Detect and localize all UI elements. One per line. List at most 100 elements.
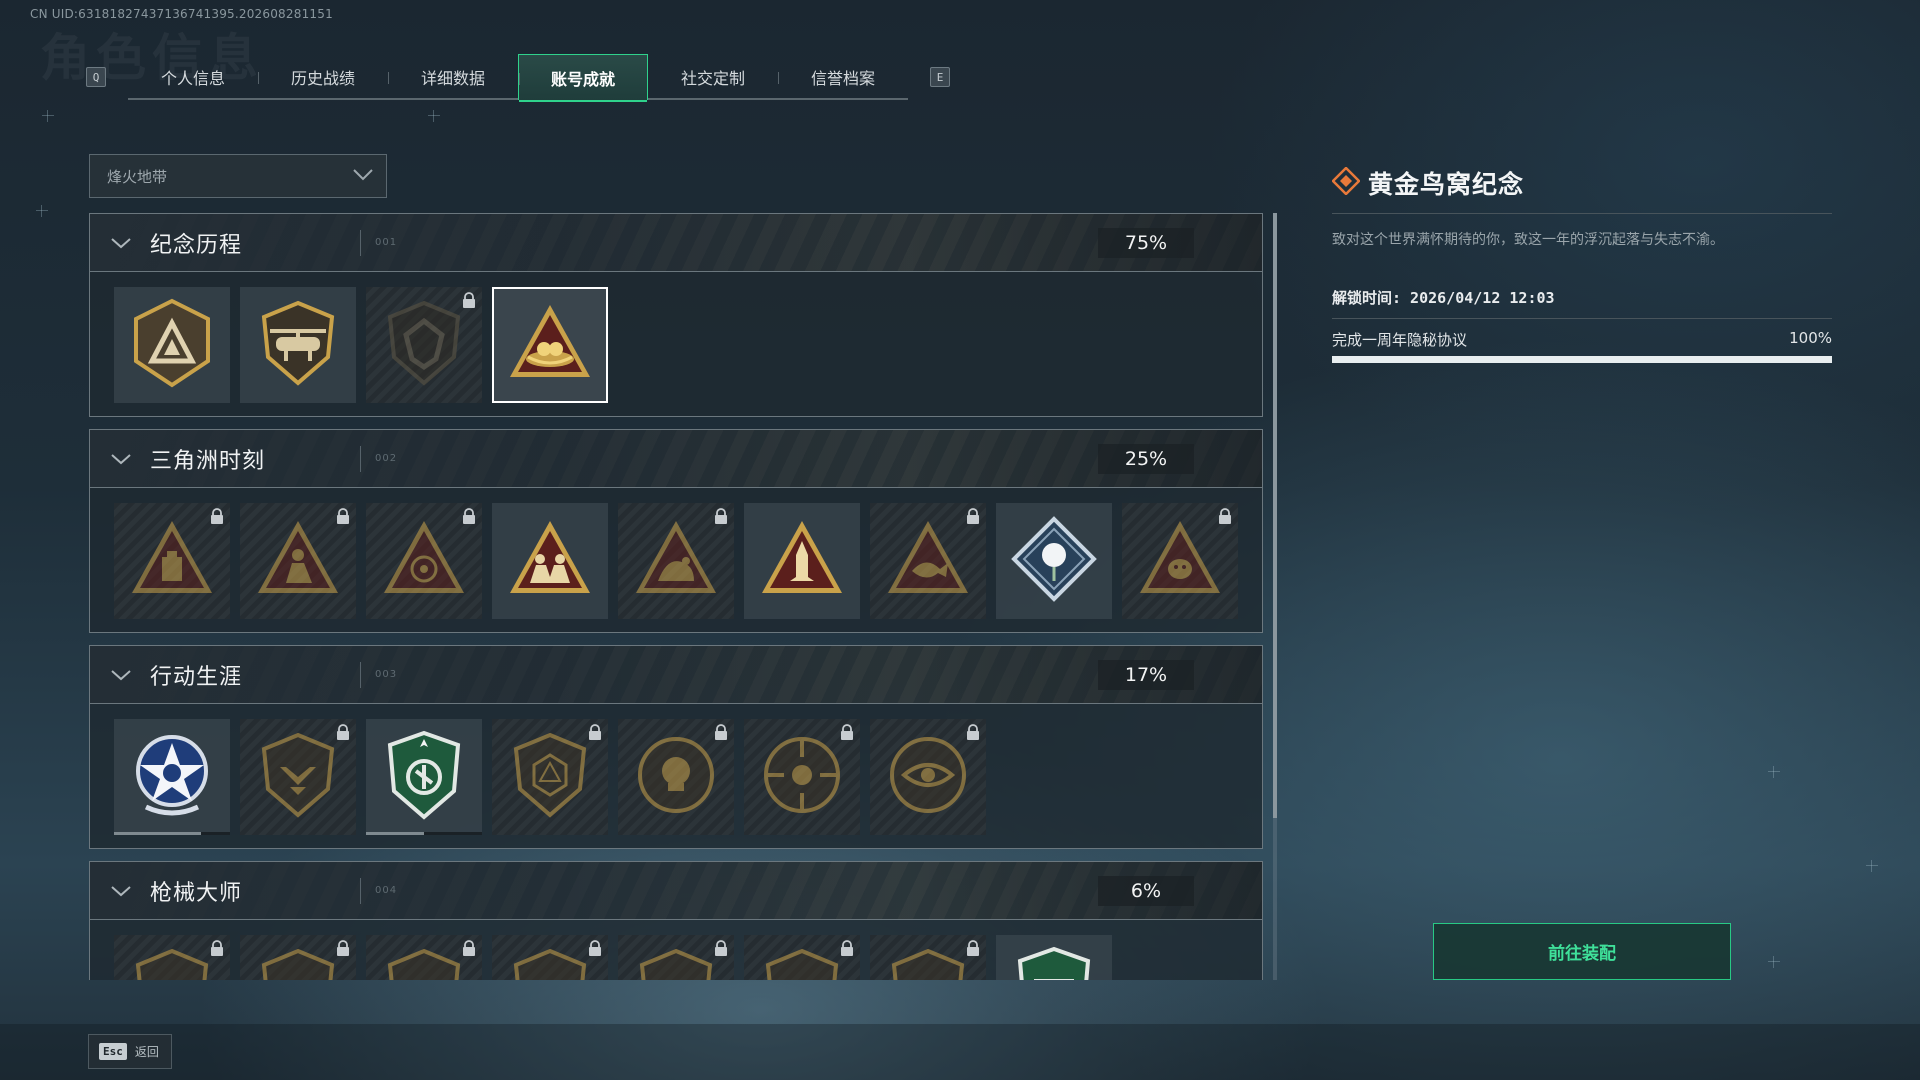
achievement-badge[interactable] [1122, 503, 1238, 619]
achievement-badge[interactable] [114, 287, 230, 403]
chevron-down-icon[interactable] [108, 668, 134, 682]
mode-filter-dropdown[interactable]: 烽火地带 [89, 154, 387, 198]
achievement-badge[interactable] [240, 503, 356, 619]
lock-icon [840, 940, 854, 960]
achievement-badge[interactable] [618, 719, 734, 835]
achievement-badge[interactable] [492, 935, 608, 980]
chevron-down-icon[interactable] [108, 884, 134, 898]
achievement-badge[interactable] [114, 503, 230, 619]
category-title: 纪念历程 [150, 232, 243, 258]
achievement-badge[interactable] [240, 719, 356, 835]
task-percent: 100% [1789, 329, 1832, 347]
crosshair-skull-icon [754, 727, 850, 827]
achievement-badge[interactable] [114, 935, 230, 980]
category-title: 三角洲时刻 [150, 448, 266, 474]
lock-icon [210, 508, 224, 528]
badge-progress-bar [366, 832, 482, 835]
diamond-rose-icon [1006, 511, 1102, 611]
round-skull-icon [628, 727, 724, 827]
achievement-badge[interactable] [240, 935, 356, 980]
go-equip-button[interactable]: 前往装配 [1433, 923, 1731, 980]
blue-star-medal-icon [124, 727, 220, 827]
wing-shield-icon [250, 727, 346, 827]
task-row: 完成一周年隐秘协议 100% [1332, 329, 1832, 350]
back-button[interactable]: Esc 返回 [88, 1034, 172, 1069]
achievement-badge[interactable] [618, 935, 734, 980]
tab-4[interactable]: 账号成就 [518, 54, 648, 102]
esc-key-icon: Esc [99, 1043, 127, 1060]
achievement-badge[interactable] [366, 503, 482, 619]
badge-row [90, 488, 1262, 632]
gun-shield-icon [754, 943, 850, 980]
lock-icon [840, 724, 854, 744]
achievement-category: 三角洲时刻 002 25% [89, 429, 1263, 633]
achievement-badge[interactable] [492, 503, 608, 619]
triangle-mask-icon [1132, 511, 1228, 611]
gun-shield-icon [502, 943, 598, 980]
decor-cross [36, 205, 48, 217]
category-header[interactable]: 纪念历程 001 75% [90, 214, 1262, 272]
badge-progress-fill [114, 832, 201, 835]
decor-cross [428, 110, 440, 122]
category-header[interactable]: 三角洲时刻 002 25% [90, 430, 1262, 488]
chevron-down-icon[interactable] [108, 452, 134, 466]
category-percent: 25% [1098, 444, 1194, 474]
lock-icon [966, 940, 980, 960]
badge-row [90, 704, 1262, 848]
badge-row [90, 920, 1262, 980]
achievement-badge[interactable] [114, 719, 230, 835]
achievement-badge[interactable] [366, 287, 482, 403]
category-title: 枪械大师 [150, 880, 243, 906]
gun-shield-icon [628, 943, 724, 980]
lock-icon [714, 940, 728, 960]
divider [360, 661, 361, 688]
divider [360, 229, 361, 256]
lock-icon [336, 724, 350, 744]
badge-progress-fill [366, 832, 424, 835]
chevron-down-icon [352, 167, 374, 186]
lock-icon [714, 508, 728, 528]
tab-3[interactable]: 详细数据 [388, 54, 518, 100]
category-title: 行动生涯 [150, 664, 243, 690]
triangle-target-icon [376, 511, 472, 611]
achievement-badge[interactable] [996, 503, 1112, 619]
next-tab-key[interactable]: E [930, 67, 950, 87]
achievement-badge[interactable] [240, 287, 356, 403]
tab-2[interactable]: 历史战绩 [258, 54, 388, 100]
unlock-time: 解锁时间: 2026/04/12 12:03 [1332, 289, 1555, 307]
triangle-emblem-icon [124, 295, 220, 395]
achievement-badge[interactable] [366, 935, 482, 980]
badge-row [90, 272, 1262, 416]
achievement-badge[interactable] [996, 935, 1112, 980]
badge-progress-bar [114, 832, 230, 835]
list-scrollbar[interactable] [1273, 213, 1277, 980]
achievement-badge[interactable] [744, 719, 860, 835]
lock-icon [336, 940, 350, 960]
scroll-thumb[interactable] [1273, 213, 1277, 818]
achievement-badge[interactable] [870, 503, 986, 619]
achievement-badge[interactable] [492, 287, 608, 403]
achievement-badge[interactable] [744, 503, 860, 619]
achievement-list[interactable]: 纪念历程 001 75% 三角洲时刻 002 25% 行动生涯 003 17% … [89, 213, 1263, 980]
achievement-badge[interactable] [744, 935, 860, 980]
lock-icon [966, 724, 980, 744]
achievement-badge[interactable] [870, 935, 986, 980]
lock-icon [588, 724, 602, 744]
dropdown-selected-value: 烽火地带 [107, 167, 168, 186]
prev-tab-key[interactable]: Q [86, 67, 106, 87]
task-label: 完成一周年隐秘协议 [1332, 331, 1468, 349]
tab-1[interactable]: 个人信息 [128, 54, 258, 100]
achievement-badge[interactable] [618, 503, 734, 619]
golden-nest-triangle-icon [502, 295, 598, 395]
achievement-badge[interactable] [870, 719, 986, 835]
back-label: 返回 [134, 1045, 159, 1059]
tab-5[interactable]: 社交定制 [648, 54, 778, 100]
category-header[interactable]: 枪械大师 004 6% [90, 862, 1262, 920]
gun-shield-icon [880, 943, 976, 980]
lock-icon [966, 508, 980, 528]
achievement-badge[interactable] [366, 719, 482, 835]
achievement-badge[interactable] [492, 719, 608, 835]
chevron-down-icon[interactable] [108, 236, 134, 250]
tab-6[interactable]: 信誉档案 [778, 54, 908, 100]
category-header[interactable]: 行动生涯 003 17% [90, 646, 1262, 704]
